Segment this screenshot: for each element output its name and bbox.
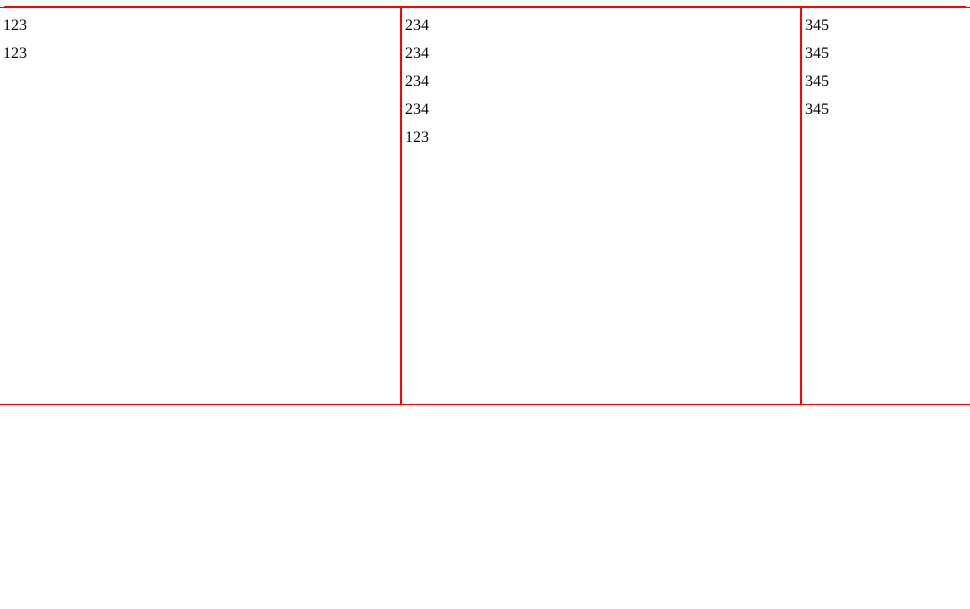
top-border-outer <box>0 0 970 8</box>
column-1: 123 123 <box>0 8 400 404</box>
cell: 123 <box>3 44 400 72</box>
columns-container: 123 123 234 234 234 234 123 345 345 345 … <box>0 8 970 405</box>
cell: 123 <box>3 16 400 44</box>
column-3: 345 345 345 345 <box>800 8 970 404</box>
cell: 234 <box>405 100 800 128</box>
cell: 234 <box>405 44 800 72</box>
cell: 234 <box>405 72 800 100</box>
cell: 234 <box>405 16 800 44</box>
cell: 123 <box>405 128 800 156</box>
cell: 345 <box>805 72 970 100</box>
cell: 345 <box>805 44 970 72</box>
cell: 345 <box>805 100 970 128</box>
cell: 345 <box>805 16 970 44</box>
column-2: 234 234 234 234 123 <box>400 8 800 404</box>
top-border-inner <box>4 0 966 7</box>
